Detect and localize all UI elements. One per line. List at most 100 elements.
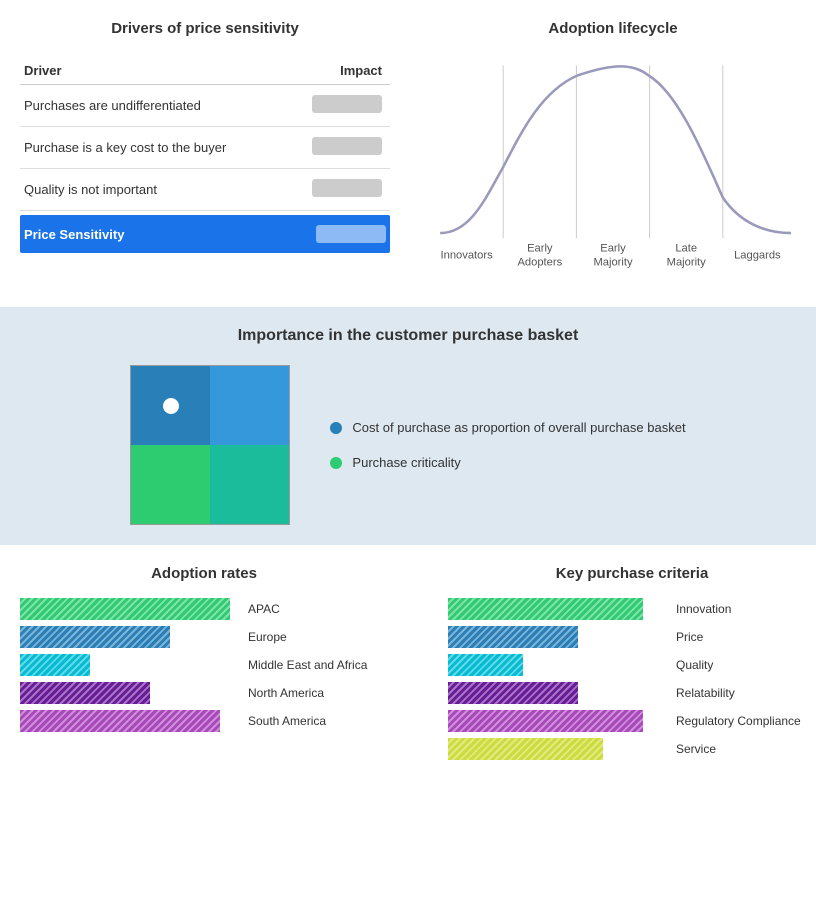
bar-hatch — [448, 682, 578, 704]
bar-container — [448, 682, 668, 704]
driver-col-header: Driver — [20, 57, 286, 85]
bar-hatch — [20, 654, 90, 676]
impact-badge — [312, 179, 382, 197]
driver-cell: Purchases are undifferentiated — [20, 85, 286, 127]
quadrant-bottom-right — [210, 445, 289, 524]
bar-row: Middle East and Africa — [20, 654, 388, 676]
svg-text:Majority: Majority — [667, 257, 707, 269]
bar-container — [20, 626, 240, 648]
lifecycle-panel: Adoption lifecycle Innovators Early Adop… — [410, 10, 816, 297]
bar-container — [448, 626, 668, 648]
quadrant-dot — [163, 398, 179, 414]
svg-text:Laggards: Laggards — [734, 250, 781, 262]
bar-row: North America — [20, 682, 388, 704]
svg-text:Adopters: Adopters — [517, 257, 562, 269]
bar-hatch — [448, 626, 578, 648]
bar-row: Service — [448, 738, 816, 760]
bar-row: Europe — [20, 626, 388, 648]
middle-section: Importance in the customer purchase bask… — [0, 307, 816, 545]
bar — [20, 682, 150, 704]
bar-hatch — [20, 626, 170, 648]
purchase-criteria-title: Key purchase criteria — [448, 565, 816, 582]
price-sensitivity-badge — [316, 225, 386, 243]
bar-row: Innovation — [448, 598, 816, 620]
bar-hatch — [448, 654, 523, 676]
legend-dot-1 — [330, 422, 342, 434]
quadrant-top-right — [210, 366, 289, 445]
adoption-bar-chart: APAC Europe Middle East and Africa North… — [20, 598, 388, 734]
driver-cell: Purchase is a key cost to the buyer — [20, 127, 286, 169]
bar-container — [20, 598, 240, 620]
quadrant-top-left — [131, 366, 210, 445]
bar — [448, 682, 578, 704]
adoption-rates-title: Adoption rates — [20, 565, 388, 582]
impact-cell — [286, 169, 390, 211]
driver-table-row: Quality is not important — [20, 169, 390, 211]
impact-badge — [312, 137, 382, 155]
bar-label: Relatability — [676, 686, 816, 700]
bar-hatch — [448, 738, 603, 760]
driver-table: Driver Impact Purchases are undifferenti… — [20, 57, 390, 211]
bar-label: Regulatory Compliance — [676, 714, 816, 728]
lifecycle-svg: Innovators Early Adopters Early Majority… — [430, 47, 796, 287]
svg-text:Late: Late — [675, 242, 697, 254]
bar-container — [20, 682, 240, 704]
bar — [20, 710, 220, 732]
bar-row: Relatability — [448, 682, 816, 704]
bar-container — [448, 654, 668, 676]
bar-container — [448, 598, 668, 620]
bar — [20, 598, 230, 620]
bar-hatch — [20, 682, 150, 704]
driver-table-row: Purchases are undifferentiated — [20, 85, 390, 127]
purchase-criteria-panel: Key purchase criteria Innovation Price Q… — [438, 565, 816, 762]
legend-item-2: Purchase criticality — [330, 455, 685, 470]
bar-label: North America — [248, 686, 388, 700]
legend-text-2: Purchase criticality — [352, 455, 460, 470]
legend-text-1: Cost of purchase as proportion of overal… — [352, 420, 685, 435]
price-sensitivity-label: Price Sensitivity — [24, 227, 124, 242]
bar-label: Quality — [676, 658, 816, 672]
legend-item-1: Cost of purchase as proportion of overal… — [330, 420, 685, 435]
impact-cell — [286, 127, 390, 169]
price-sensitivity-row: Price Sensitivity — [20, 215, 390, 253]
impact-col-header: Impact — [286, 57, 390, 85]
bar-row: South America — [20, 710, 388, 732]
bar-container — [448, 710, 668, 732]
bar — [20, 626, 170, 648]
bar-container — [20, 710, 240, 732]
bar-row: Price — [448, 626, 816, 648]
quadrant-chart — [130, 365, 290, 525]
driver-cell: Quality is not important — [20, 169, 286, 211]
bar-row: Quality — [448, 654, 816, 676]
bar-label: Europe — [248, 630, 388, 644]
lifecycle-title: Adoption lifecycle — [430, 20, 796, 37]
driver-table-row: Purchase is a key cost to the buyer — [20, 127, 390, 169]
middle-title: Importance in the customer purchase bask… — [30, 327, 786, 345]
bar-row: APAC — [20, 598, 388, 620]
lifecycle-chart: Innovators Early Adopters Early Majority… — [430, 47, 796, 287]
bar-row: Regulatory Compliance — [448, 710, 816, 732]
chart-legend: Cost of purchase as proportion of overal… — [330, 420, 685, 470]
bar — [448, 598, 643, 620]
bar — [448, 654, 523, 676]
drivers-title: Drivers of price sensitivity — [20, 20, 390, 37]
impact-cell — [286, 85, 390, 127]
bar — [448, 738, 603, 760]
svg-text:Innovators: Innovators — [441, 250, 494, 262]
bar-hatch — [20, 598, 230, 620]
bar-hatch — [448, 710, 643, 732]
bar-label: Innovation — [676, 602, 816, 616]
middle-content: Cost of purchase as proportion of overal… — [30, 365, 786, 525]
impact-badge — [312, 95, 382, 113]
criteria-bar-chart: Innovation Price Quality Relatability Re — [448, 598, 816, 762]
bar — [448, 626, 578, 648]
bar — [20, 654, 90, 676]
bar-label: Service — [676, 742, 816, 756]
bar-hatch — [448, 598, 643, 620]
svg-text:Early: Early — [600, 242, 626, 254]
bar-label: South America — [248, 714, 388, 728]
bottom-section: Adoption rates APAC Europe Middle East a… — [0, 545, 816, 782]
bar-hatch — [20, 710, 220, 732]
bar-label: APAC — [248, 602, 388, 616]
svg-text:Early: Early — [527, 242, 553, 254]
